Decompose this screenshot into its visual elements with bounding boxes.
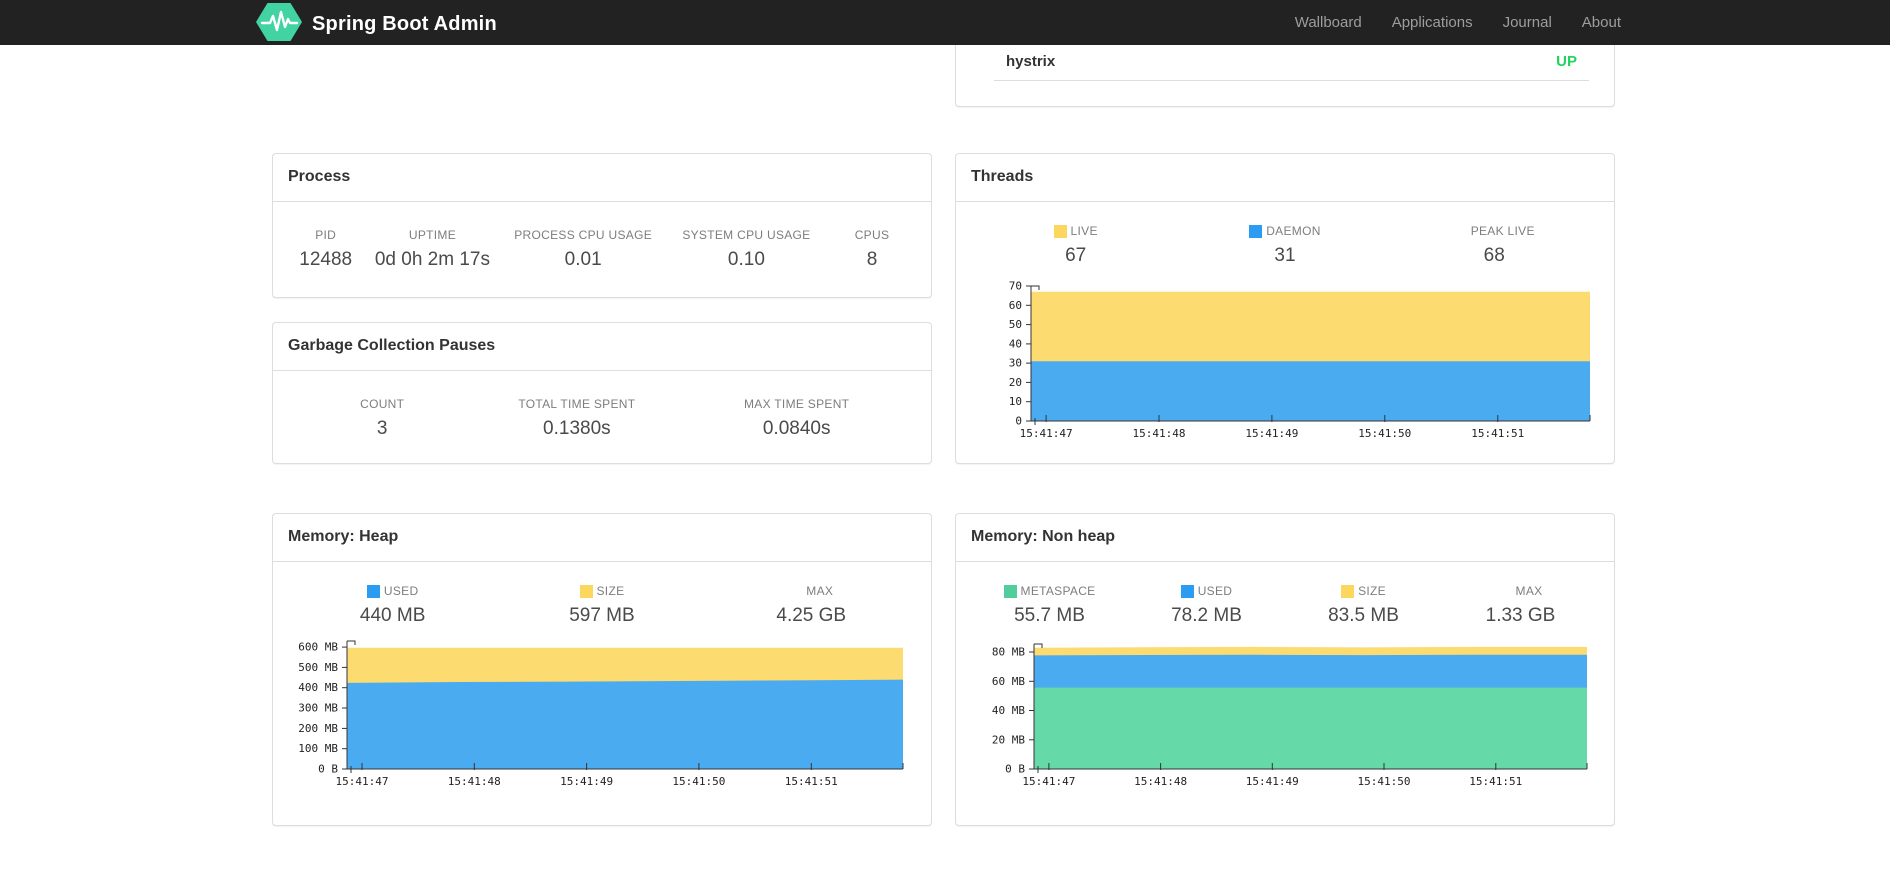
used-swatch-icon bbox=[1180, 585, 1194, 598]
svg-text:15:41:47: 15:41:47 bbox=[1022, 775, 1075, 788]
nav-item-applications[interactable]: Applications bbox=[1377, 0, 1488, 45]
legend-daemon: DAEMON 31 bbox=[1180, 224, 1389, 270]
svg-text:100 MB: 100 MB bbox=[298, 742, 338, 755]
daemon-swatch-icon bbox=[1249, 225, 1263, 238]
stat-cpus: CPUS 8 bbox=[854, 228, 890, 270]
legend-peak-live: PEAK LIVE 68 bbox=[1470, 224, 1535, 266]
svg-text:60 MB: 60 MB bbox=[992, 675, 1025, 688]
legend-size: SIZE 83.5 MB bbox=[1328, 584, 1399, 626]
svg-text:15:41:49: 15:41:49 bbox=[560, 775, 613, 788]
nonheap-area-chart: 0 B 20 MB 40 MB 60 MB 80 MB 15:41:47 15:41:48 1… bbox=[992, 643, 1588, 788]
legend-max: MAX 4.25 GB bbox=[776, 584, 847, 626]
size-swatch-icon bbox=[579, 585, 593, 598]
memory-heap-panel: Memory: Heap USED 440 MB SIZE 597 MB MAX… bbox=[272, 513, 932, 826]
nav-links: Wallboard Applications Journal About bbox=[1280, 0, 1636, 45]
svg-text:0: 0 bbox=[1015, 415, 1022, 428]
panel-title: Memory: Heap bbox=[288, 528, 399, 545]
svg-text:15:41:49: 15:41:49 bbox=[1246, 775, 1299, 788]
stat-uptime: UPTIME 0d 0h 2m 17s bbox=[374, 228, 490, 270]
svg-text:600 MB: 600 MB bbox=[298, 641, 338, 654]
svg-text:80 MB: 80 MB bbox=[992, 646, 1025, 659]
svg-text:20: 20 bbox=[1009, 376, 1022, 389]
legend-used: USED 440 MB bbox=[359, 584, 426, 626]
used-swatch-icon bbox=[366, 585, 380, 598]
panel-heading: Memory: Heap bbox=[273, 514, 931, 562]
threads-panel: Threads LIVE 67 DAEMON 31 PEAK LIVE 68 0… bbox=[955, 153, 1615, 464]
svg-text:400 MB: 400 MB bbox=[298, 681, 338, 694]
threads-area-chart: 0 10 20 30 40 50 60 70 15:41:47 15:41:48 15:41:49 1… bbox=[1009, 280, 1591, 440]
gc-stats: COUNT 3 TOTAL TIME SPENT 0.1380s MAX TIM… bbox=[273, 371, 931, 443]
svg-text:15:41:48: 15:41:48 bbox=[1134, 775, 1187, 788]
panel-heading: Process bbox=[273, 154, 931, 202]
svg-text:200 MB: 200 MB bbox=[298, 722, 338, 735]
svg-text:40 MB: 40 MB bbox=[992, 704, 1025, 717]
gc-pauses-panel: Garbage Collection Pauses COUNT 3 TOTAL … bbox=[272, 322, 932, 464]
svg-text:10: 10 bbox=[1009, 395, 1022, 408]
process-stats: PID 12488 UPTIME 0d 0h 2m 17s PROCESS CP… bbox=[273, 202, 931, 274]
svg-text:0 B: 0 B bbox=[318, 763, 338, 776]
panel-title: Garbage Collection Pauses bbox=[288, 337, 496, 354]
legend-used: USED 78.2 MB bbox=[1171, 584, 1242, 626]
panel-title: Memory: Non heap bbox=[971, 528, 1116, 545]
size-swatch-icon bbox=[1341, 585, 1355, 598]
health-panel: hystrix UP bbox=[955, 45, 1615, 107]
panel-heading: Garbage Collection Pauses bbox=[273, 323, 931, 371]
heap-area-chart: 0 B 100 MB 200 MB 300 MB 400 MB 500 MB 600 MB 1… bbox=[298, 640, 904, 788]
svg-text:20 MB: 20 MB bbox=[992, 733, 1025, 746]
spring-boot-admin-logo-icon bbox=[256, 2, 302, 47]
stat-process-cpu: PROCESS CPU USAGE 0.01 bbox=[514, 228, 653, 270]
svg-text:0 B: 0 B bbox=[1005, 763, 1025, 776]
stat-gc-count: COUNT 3 bbox=[360, 397, 405, 439]
svg-text:15:41:51: 15:41:51 bbox=[785, 775, 838, 788]
nav-item-about[interactable]: About bbox=[1567, 0, 1636, 45]
legend-live: LIVE 67 bbox=[971, 224, 1180, 270]
svg-text:15:41:50: 15:41:50 bbox=[1358, 775, 1411, 788]
svg-text:15:41:50: 15:41:50 bbox=[1358, 427, 1411, 440]
stat-system-cpu: SYSTEM CPU USAGE 0.10 bbox=[682, 228, 811, 270]
panel-title: Threads bbox=[971, 168, 1034, 185]
health-indicator-name: hystrix bbox=[1006, 53, 1056, 70]
svg-text:500 MB: 500 MB bbox=[298, 661, 338, 674]
stat-pid: PID 12488 bbox=[299, 228, 353, 270]
process-panel: Process PID 12488 UPTIME 0d 0h 2m 17s PR… bbox=[272, 153, 932, 298]
top-navbar: Spring Boot Admin Wallboard Applications… bbox=[0, 0, 1890, 45]
legend-max: MAX 1.33 GB bbox=[1485, 584, 1556, 626]
svg-text:15:41:47: 15:41:47 bbox=[336, 775, 389, 788]
svg-text:15:41:48: 15:41:48 bbox=[448, 775, 501, 788]
svg-text:300 MB: 300 MB bbox=[298, 702, 338, 715]
svg-text:70: 70 bbox=[1009, 280, 1022, 293]
svg-text:40: 40 bbox=[1009, 337, 1022, 350]
nonheap-legend: METASPACE 55.7 MB USED 78.2 MB SIZE 83.5… bbox=[956, 562, 1614, 630]
heap-legend: USED 440 MB SIZE 597 MB MAX 4.25 GB bbox=[273, 562, 931, 630]
svg-text:15:41:48: 15:41:48 bbox=[1133, 427, 1186, 440]
health-status-badge: UP bbox=[1556, 53, 1577, 70]
panel-title: Process bbox=[288, 168, 351, 185]
svg-text:15:41:47: 15:41:47 bbox=[1020, 427, 1073, 440]
svg-text:15:41:51: 15:41:51 bbox=[1469, 775, 1522, 788]
svg-text:15:41:49: 15:41:49 bbox=[1245, 427, 1298, 440]
live-swatch-icon bbox=[1053, 225, 1067, 238]
svg-text:15:41:50: 15:41:50 bbox=[672, 775, 725, 788]
legend-size: SIZE 597 MB bbox=[569, 584, 635, 626]
stat-gc-max-time: MAX TIME SPENT 0.0840s bbox=[743, 397, 850, 439]
nav-item-wallboard[interactable]: Wallboard bbox=[1280, 0, 1377, 45]
svg-text:30: 30 bbox=[1009, 357, 1022, 370]
brand-link[interactable]: Spring Boot Admin bbox=[256, 2, 497, 47]
metaspace-swatch-icon bbox=[1003, 585, 1017, 598]
stat-gc-total-time: TOTAL TIME SPENT 0.1380s bbox=[518, 397, 636, 439]
health-row-hystrix: hystrix UP bbox=[994, 45, 1589, 81]
svg-text:60: 60 bbox=[1009, 299, 1022, 312]
nav-item-journal[interactable]: Journal bbox=[1488, 0, 1567, 45]
legend-metaspace: METASPACE 55.7 MB bbox=[971, 584, 1128, 630]
panel-heading: Threads bbox=[956, 154, 1614, 202]
svg-text:50: 50 bbox=[1009, 318, 1022, 331]
brand-title: Spring Boot Admin bbox=[312, 13, 497, 35]
panel-heading: Memory: Non heap bbox=[956, 514, 1614, 562]
threads-legend: LIVE 67 DAEMON 31 PEAK LIVE 68 bbox=[956, 202, 1614, 270]
svg-text:15:41:51: 15:41:51 bbox=[1471, 427, 1524, 440]
memory-nonheap-panel: Memory: Non heap METASPACE 55.7 MB USED … bbox=[955, 513, 1615, 826]
